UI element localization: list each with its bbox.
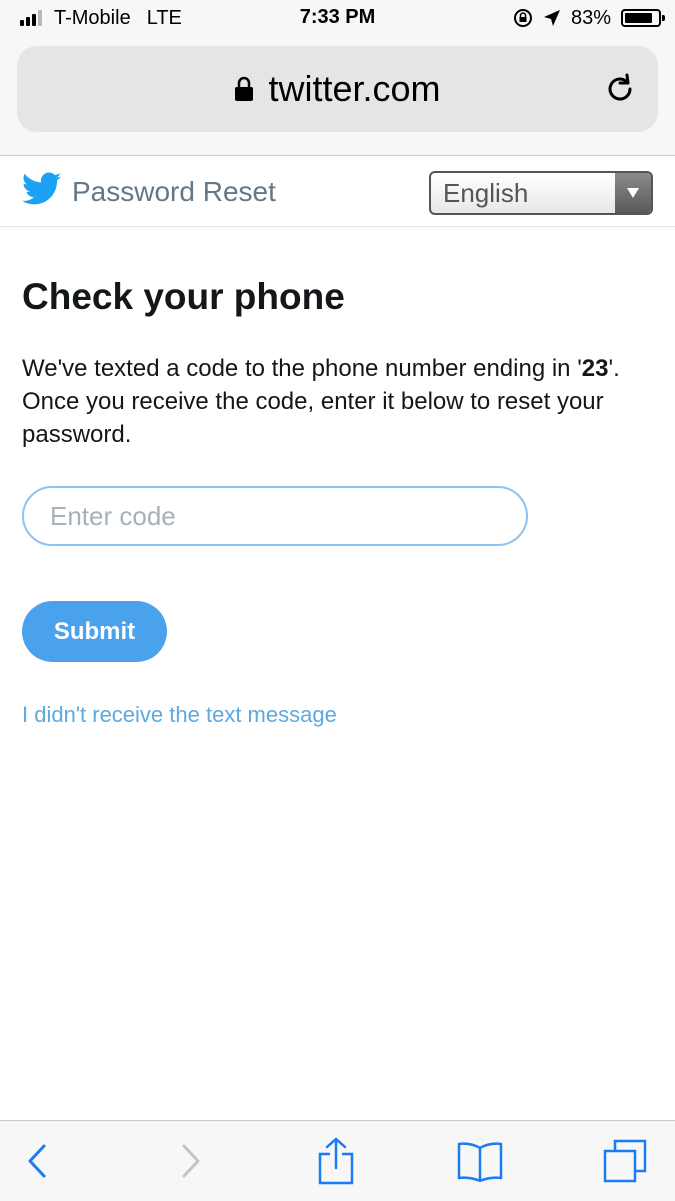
description: We've texted a code to the phone number … [22,352,652,451]
bookmarks-icon [457,1142,503,1182]
browser-bar: twitter.com [0,40,675,156]
share-button[interactable] [306,1131,366,1191]
page-title: Password Reset [72,176,276,207]
twitter-bird-icon[interactable] [22,172,62,206]
tabs-icon [603,1139,647,1183]
forward-button[interactable] [160,1131,220,1191]
submit-button[interactable]: Submit [22,601,167,662]
share-icon [318,1137,354,1185]
lock-icon [235,76,254,101]
battery-percent: 83% [570,6,611,29]
back-icon [28,1144,46,1178]
status-bar: T-Mobile LTE 7:33 PM 83% [0,0,675,40]
forward-icon [182,1144,200,1178]
resend-link[interactable]: I didn't receive the text message [22,702,337,728]
battery-icon [621,9,665,27]
language-selected: English [443,178,529,208]
description-part1: We've texted a code to the phone number … [22,355,582,382]
address-bar[interactable]: twitter.com [17,46,658,132]
phone-digits: 23 [581,355,609,382]
url-display[interactable]: twitter.com [17,46,658,132]
heading: Check your phone [22,276,345,317]
browser-toolbar [0,1120,675,1201]
orientation-lock-icon [513,9,532,27]
bookmarks-button[interactable] [450,1131,510,1191]
chevron-down-icon[interactable] [615,173,651,213]
status-right: 83% [513,6,665,30]
site-header: Password Reset English [0,156,675,227]
url-text: twitter.com [268,68,441,109]
location-arrow-icon [543,10,560,26]
tabs-button[interactable] [595,1131,655,1191]
language-select[interactable]: English [429,171,653,215]
code-input[interactable] [22,486,528,546]
reload-icon[interactable] [602,71,638,107]
back-button[interactable] [8,1131,68,1191]
